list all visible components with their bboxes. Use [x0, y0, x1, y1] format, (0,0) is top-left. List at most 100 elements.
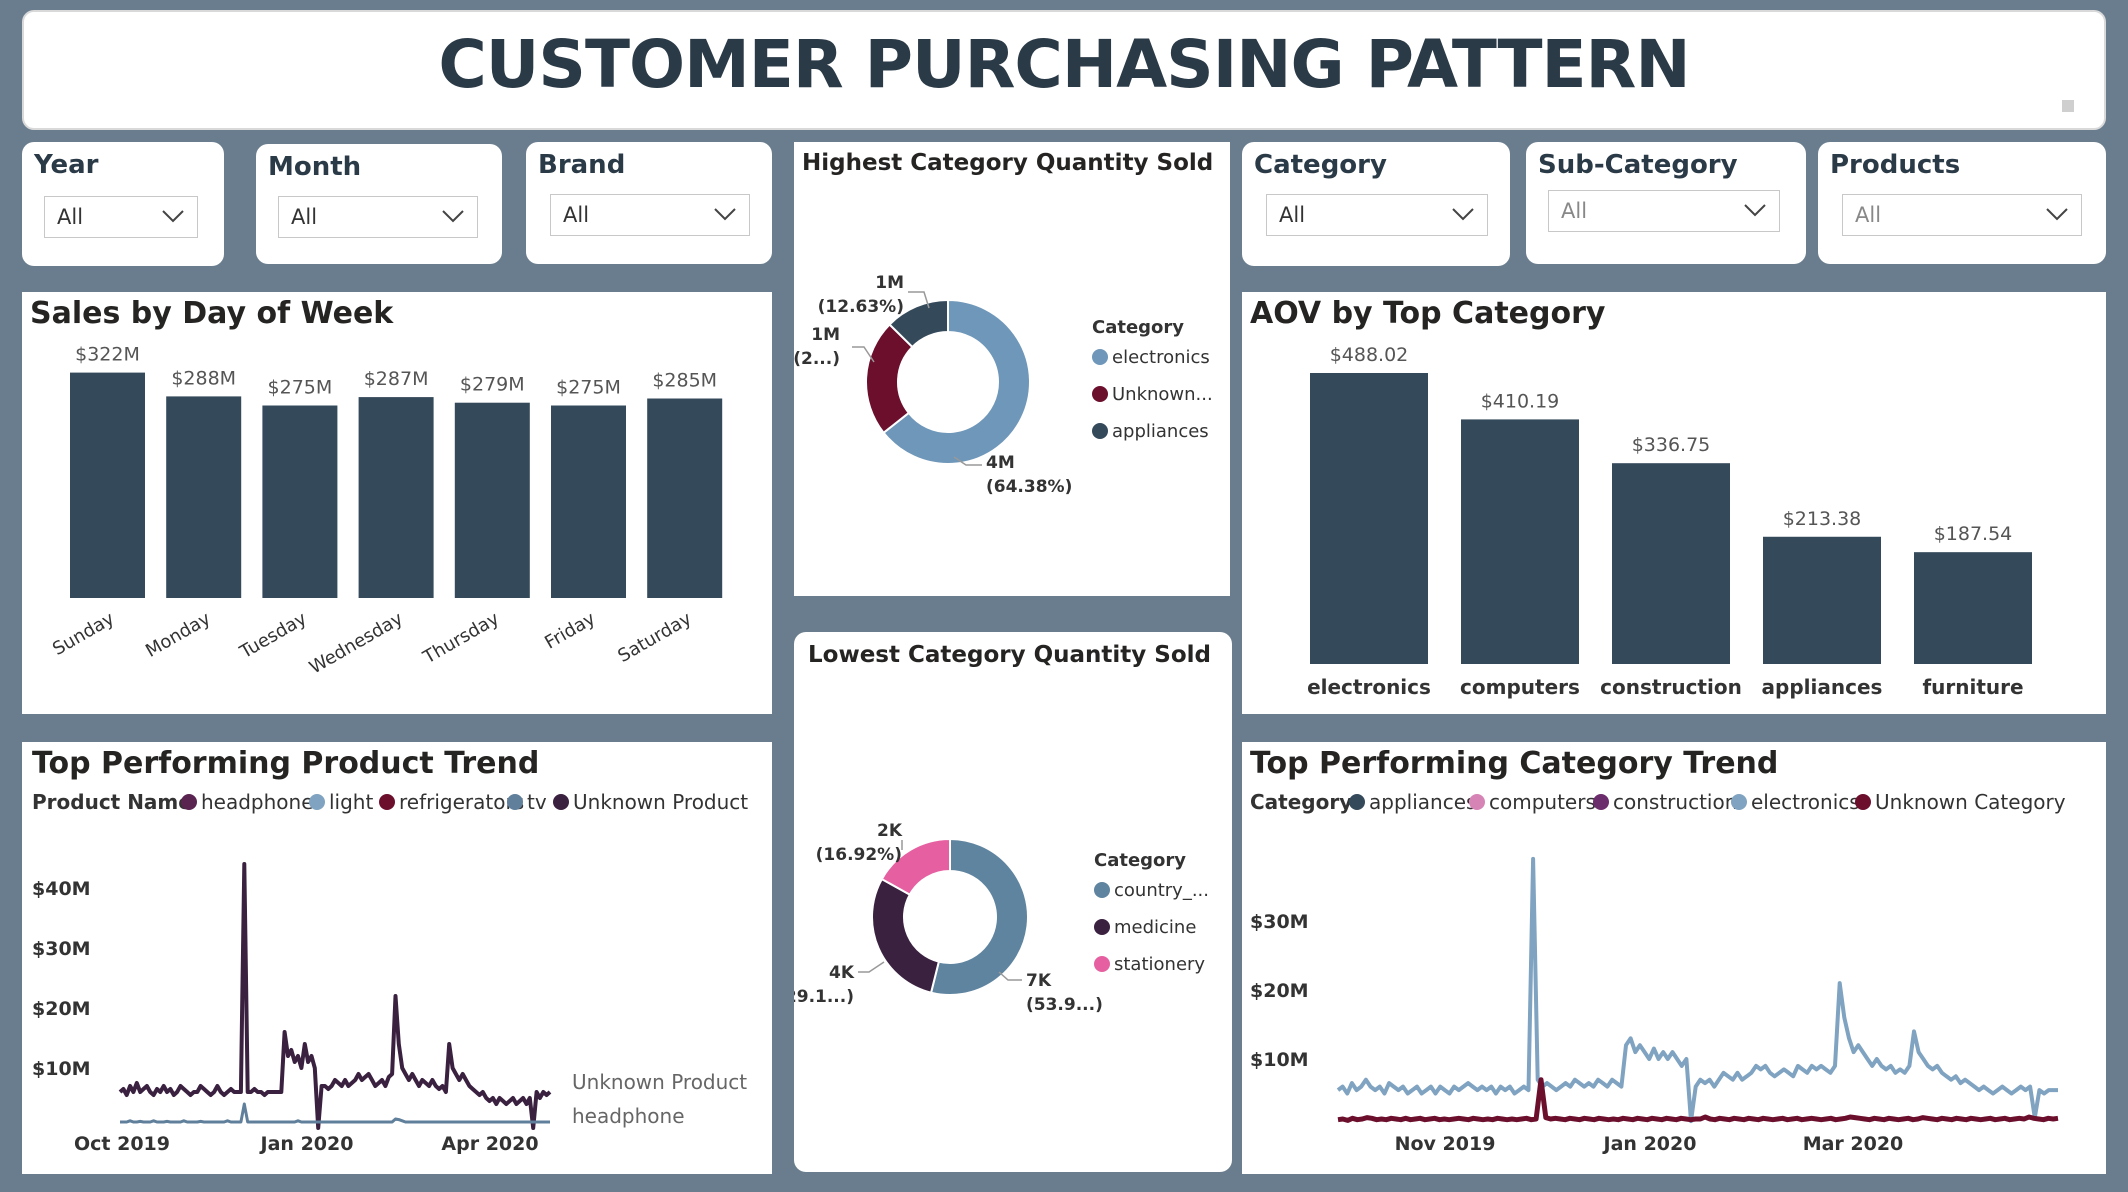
bar [1310, 372, 1428, 664]
legend-marker [1094, 882, 1110, 898]
page-title: CUSTOMER PURCHASING PATTERN [438, 26, 1690, 103]
slicer-title: Category [1254, 150, 1387, 180]
data-label: (29.1...) [794, 987, 854, 1007]
slicer-year: Year All [22, 142, 224, 266]
category-label: Wednesday [306, 608, 407, 678]
data-label: $322M [75, 344, 140, 366]
dropdown-value: All [57, 205, 84, 229]
category-label: Sunday [49, 608, 118, 660]
data-label: 1M [875, 273, 904, 293]
legend-title: Product Name [32, 790, 192, 814]
highest-category-card: Highest Category Quantity Sold 4M (64.38%… [794, 142, 1230, 596]
legend-marker [181, 794, 197, 810]
category-label: Thursday [419, 608, 503, 669]
data-label: $287M [364, 368, 429, 390]
aov-by-category-card: AOV by Top Category $488.02 electronics $4… [1242, 292, 2106, 714]
category-label: electronics [1307, 675, 1431, 699]
year-dropdown[interactable]: All [44, 196, 198, 238]
x-tick-label: Jan 2020 [1602, 1133, 1697, 1155]
y-tick-label: $30M [1250, 911, 1309, 933]
chevron-down-icon [1452, 208, 1474, 221]
legend-title: Category [1092, 317, 1184, 338]
chevron-down-icon [1744, 204, 1766, 217]
series-line [1336, 856, 2058, 1124]
data-label: $336.75 [1632, 434, 1711, 456]
chevron-down-icon [2046, 208, 2068, 221]
sales-by-day-card: Sales by Day of Week $322M Sunday $288M Mon… [22, 292, 772, 714]
subcategory-dropdown[interactable]: All [1548, 190, 1780, 232]
category-trend-card: Top Performing Category Trend Category ap… [1242, 742, 2106, 1174]
legend-marker [1855, 794, 1871, 810]
data-label: 4M [986, 453, 1015, 473]
data-label: $410.19 [1481, 390, 1560, 412]
slicer-title: Sub-Category [1538, 150, 1738, 180]
data-label: 7K [1026, 971, 1052, 991]
dropdown-value: All [291, 205, 318, 229]
data-label: (16.92%) [816, 845, 902, 865]
bar [1461, 419, 1579, 664]
y-tick-label: $40M [32, 878, 91, 900]
legend-marker [1349, 794, 1365, 810]
bar [1914, 552, 2032, 664]
category-dropdown[interactable]: All [1266, 194, 1488, 236]
legend-title: Category [1094, 850, 1186, 871]
category-label: Friday [541, 608, 599, 654]
legend-marker [1092, 349, 1108, 365]
chevron-down-icon [162, 210, 184, 223]
legend-label: appliances [1112, 421, 1209, 442]
legend-marker [1469, 794, 1485, 810]
bar [551, 405, 626, 598]
y-tick-label: $10M [1250, 1049, 1309, 1071]
bar [1612, 463, 1730, 664]
category-label: Tuesday [236, 608, 311, 663]
bar [166, 396, 242, 598]
legend-marker [1094, 919, 1110, 935]
x-tick-label: Apr 2020 [441, 1133, 538, 1155]
legend-label: Unknown Category [1875, 790, 2066, 814]
bar [454, 402, 530, 598]
x-tick-label: Jan 2020 [259, 1133, 354, 1155]
product-trend-chart: Product Name headphone light refrigerators t… [32, 790, 748, 1155]
legend-label: headphone [201, 790, 314, 814]
category-label: appliances [1762, 675, 1883, 699]
legend-marker [309, 794, 325, 810]
legend-title: Category [1250, 790, 1352, 814]
sales-by-day-chart: $322M Sunday $288M Monday $275M Tuesday $287M W… [49, 344, 723, 678]
slicer-title: Products [1830, 150, 1961, 180]
data-label: $187.54 [1934, 523, 2013, 545]
y-tick-label: $20M [1250, 980, 1309, 1002]
legend-label: computers [1489, 790, 1596, 814]
data-label: $488.02 [1330, 344, 1409, 366]
legend-label: medicine [1114, 917, 1196, 938]
slicer-category: Category All [1242, 142, 1510, 266]
chevron-down-icon [442, 210, 464, 223]
data-label: $213.38 [1783, 508, 1862, 530]
chevron-down-icon [714, 208, 736, 221]
category-label: furniture [1922, 675, 2023, 699]
legend-marker [507, 794, 523, 810]
x-tick-label: Nov 2019 [1395, 1133, 1496, 1155]
brand-dropdown[interactable]: All [550, 194, 750, 236]
month-dropdown[interactable]: All [278, 196, 478, 238]
bar [358, 397, 434, 598]
dropdown-value: All [1279, 203, 1306, 227]
data-label: 2K [877, 821, 903, 841]
series-line [120, 1102, 550, 1124]
highest-category-donut: 4M (64.38%) 1M (2...) 1M (12.63%) Category elec… [794, 273, 1213, 497]
leader-line [858, 961, 885, 973]
category-label: computers [1460, 675, 1580, 699]
data-label: $288M [171, 367, 236, 389]
legend-label: appliances [1369, 790, 1476, 814]
lowest-category-card: Lowest Category Quantity Sold 7K (53.9...… [794, 632, 1232, 1172]
category-label: construction [1600, 675, 1742, 699]
x-tick-label: Mar 2020 [1803, 1133, 1904, 1155]
data-label: $275M [556, 377, 621, 399]
data-label: (12.63%) [818, 297, 904, 317]
legend-label: refrigerators [399, 790, 524, 814]
legend-marker [1731, 794, 1747, 810]
legend-marker [1094, 956, 1110, 972]
series-line [118, 862, 552, 1130]
resize-handle-icon [2062, 100, 2074, 112]
products-dropdown[interactable]: All [1842, 194, 2082, 236]
legend-label: electronics [1751, 790, 1860, 814]
